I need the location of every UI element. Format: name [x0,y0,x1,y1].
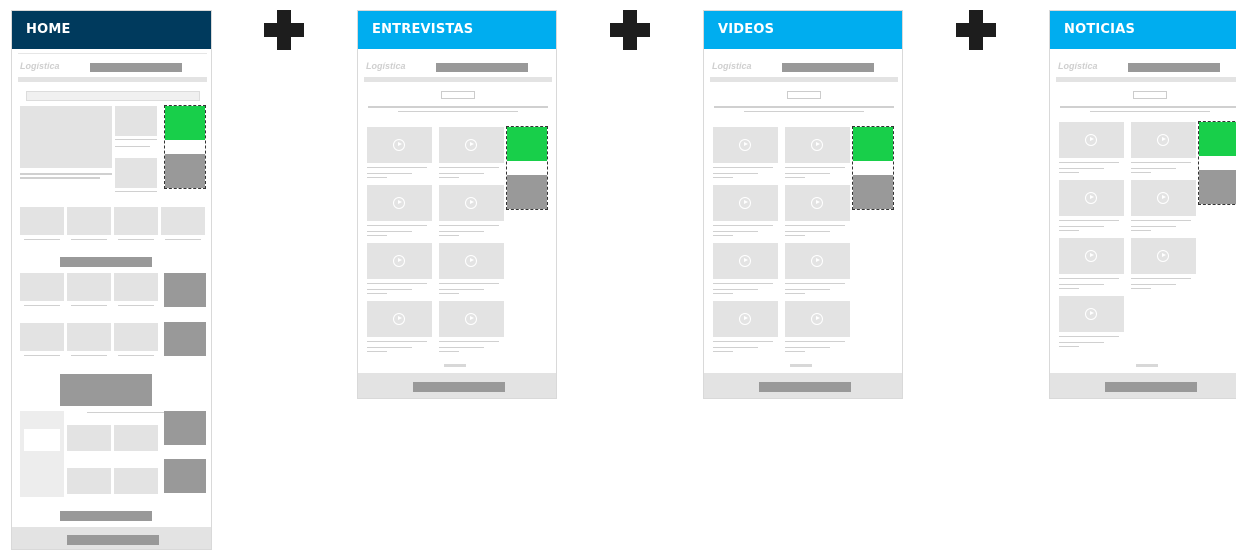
play-icon [811,313,823,325]
logo: Logística [366,61,406,71]
logo: Logística [1058,61,1098,71]
logo: Logística [20,61,60,71]
green-ad [165,106,205,140]
banner-ad [90,63,182,72]
play-icon [811,139,823,151]
noticias-panel-title: NOTICIAS [1050,11,1236,49]
plus-icon [956,10,996,50]
plus-icon [264,10,304,50]
video-thumbnail [785,301,850,337]
play-icon [1085,134,1097,146]
videos-wireframe: VIDEOS Logística [703,10,903,399]
entrevistas-wireframe: ENTREVISTAS Logística [357,10,557,399]
home-wireframe: HOME Logística [11,10,212,550]
play-icon [739,313,751,325]
play-icon [465,139,477,151]
play-icon [1085,192,1097,204]
gray-ad [165,154,205,188]
play-icon [393,197,405,209]
video-thumbnail [439,185,504,221]
video-thumbnail [1131,122,1196,158]
play-icon [739,255,751,267]
home-panel-title: HOME [12,11,211,49]
video-thumbnail [785,185,850,221]
play-icon [1157,250,1169,262]
video-thumbnail [1131,238,1196,274]
video-thumbnail [367,127,432,163]
play-icon [811,255,823,267]
play-icon [393,139,405,151]
video-thumbnail [785,243,850,279]
noticias-wireframe: NOTICIAS Logística [1049,10,1236,399]
video-thumbnail [367,243,432,279]
logo: Logística [712,61,752,71]
play-icon [1085,250,1097,262]
green-ad [1199,122,1236,156]
video-thumbnail [785,127,850,163]
video-thumbnail [439,243,504,279]
gray-ad [507,175,547,209]
video-thumbnail [1059,296,1124,332]
videos-panel-title: VIDEOS [704,11,902,49]
video-thumbnail [713,185,778,221]
play-icon [1085,308,1097,320]
video-thumbnail [439,301,504,337]
video-thumbnail [1131,180,1196,216]
play-icon [465,255,477,267]
video-thumbnail [713,243,778,279]
play-icon [465,197,477,209]
video-thumbnail [1059,180,1124,216]
play-icon [393,313,405,325]
play-icon [1157,134,1169,146]
video-thumbnail [1059,122,1124,158]
entrevistas-panel-title: ENTREVISTAS [358,11,556,49]
gray-ad [1199,170,1236,204]
video-thumbnail [367,185,432,221]
play-icon [739,197,751,209]
play-icon [1157,192,1169,204]
hero-image [20,106,112,168]
green-ad [853,127,893,161]
video-thumbnail [367,301,432,337]
play-icon [739,139,751,151]
video-thumbnail [713,301,778,337]
video-thumbnail [713,127,778,163]
play-icon [393,255,405,267]
green-ad [507,127,547,161]
plus-icon [610,10,650,50]
gray-ad [853,175,893,209]
play-icon [811,197,823,209]
video-thumbnail [1059,238,1124,274]
play-icon [465,313,477,325]
video-thumbnail [439,127,504,163]
